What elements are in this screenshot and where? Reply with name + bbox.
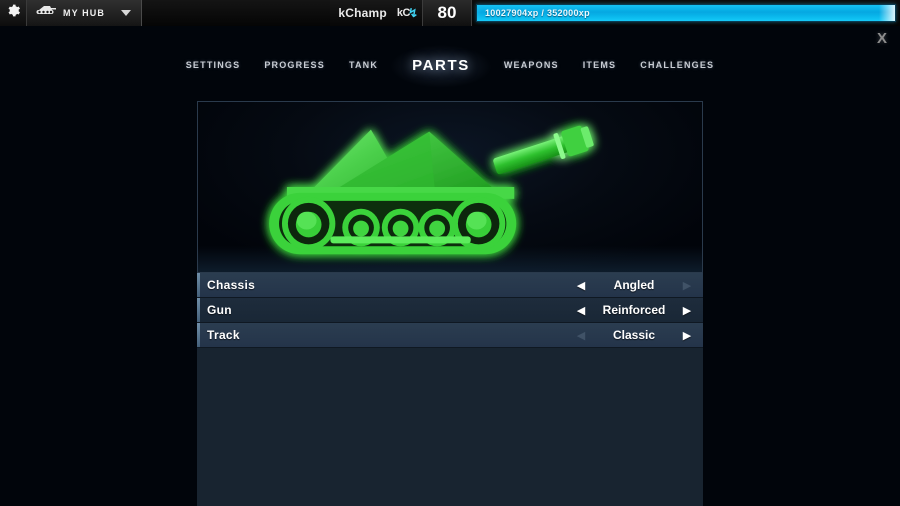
tank-preview [197, 101, 703, 273]
part-value-track: Classic [612, 328, 656, 342]
settings-gear-button[interactable] [0, 0, 27, 26]
part-value-chassis: Angled [613, 278, 655, 292]
game-hub-screen: MY HUB kChamp kC ↯ 80 10027904xp / 35200… [0, 0, 900, 506]
tab-settings[interactable]: SETTINGS [174, 54, 253, 76]
part-selector-chassis: ◀ Angled ▶ [565, 273, 703, 298]
xp-text: 10027904xp / 352000xp [485, 7, 590, 18]
player-name: kChamp [330, 0, 395, 26]
parts-list: Chassis ◀ Angled ▶ Gun ◀ Reinforced ▶ Tr… [197, 273, 703, 348]
tab-weapons[interactable]: WEAPONS [492, 54, 571, 76]
tab-parts[interactable]: PARTS [390, 44, 492, 88]
parts-panel: Chassis ◀ Angled ▶ Gun ◀ Reinforced ▶ Tr… [197, 101, 703, 506]
gun-prev-arrow-icon[interactable]: ◀ [573, 298, 589, 323]
part-selector-track: ◀ Classic ▶ [565, 323, 703, 348]
close-icon[interactable]: X [872, 28, 892, 48]
my-hub-button[interactable]: MY HUB [27, 0, 142, 26]
chassis-prev-arrow-icon[interactable]: ◀ [573, 273, 589, 298]
part-row-gun[interactable]: Gun ◀ Reinforced ▶ [197, 298, 703, 323]
nav-tabs: SETTINGS PROGRESS TANK PARTS WEAPONS ITE… [0, 44, 900, 88]
chassis-next-arrow-icon: ▶ [682, 279, 692, 292]
part-label-track: Track [207, 328, 240, 342]
part-selector-gun: ◀ Reinforced ▶ [565, 298, 703, 323]
tab-progress[interactable]: PROGRESS [252, 54, 337, 76]
player-level: 80 [422, 0, 472, 26]
track-next-arrow-icon[interactable]: ▶ [679, 323, 695, 348]
part-row-track[interactable]: Track ◀ Classic ▶ [197, 323, 703, 348]
xp-progress-bar: 10027904xp / 352000xp [476, 3, 896, 22]
tank-icon [35, 4, 57, 22]
part-value-gun: Reinforced [602, 303, 666, 317]
part-row-chassis[interactable]: Chassis ◀ Angled ▶ [197, 273, 703, 298]
tab-items[interactable]: ITEMS [571, 54, 629, 76]
track-prev-arrow-icon: ◀ [576, 329, 586, 342]
gear-icon [6, 3, 21, 23]
chevron-down-icon[interactable] [120, 9, 131, 16]
tab-tank[interactable]: TANK [337, 54, 390, 76]
gun-next-arrow-icon[interactable]: ▶ [679, 298, 695, 323]
part-label-chassis: Chassis [207, 278, 256, 292]
xp-bar-container: 10027904xp / 352000xp [472, 0, 900, 26]
currency-badge: kC ↯ [394, 0, 422, 26]
tank-render [269, 125, 594, 255]
tab-challenges[interactable]: CHALLENGES [628, 54, 726, 76]
top-bar: MY HUB kChamp kC ↯ 80 10027904xp / 35200… [0, 0, 900, 26]
my-hub-label: MY HUB [63, 7, 105, 18]
currency-bolt-icon: ↯ [407, 5, 418, 20]
part-label-gun: Gun [207, 303, 232, 317]
top-bar-spacer [141, 0, 331, 26]
